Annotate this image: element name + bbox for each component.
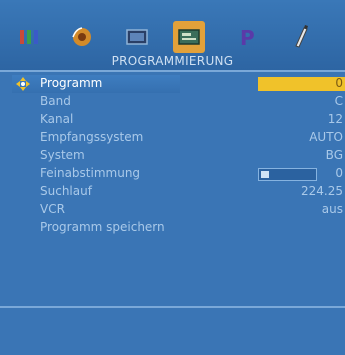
menu-item-suchlauf[interactable]: Suchlauf 224.25 [0,183,345,201]
menu-item-value: 224.25 [301,184,343,198]
sound-icon[interactable] [67,22,97,52]
menu-item-programm[interactable]: Programm 0 [0,75,345,93]
programming-icon[interactable] [173,21,205,53]
fine-tuning-slider[interactable] [258,168,317,181]
menu-item-label: VCR [40,202,65,216]
menu-item-band[interactable]: Band C [0,93,345,111]
slider-fill [261,171,269,178]
menu-item-label: System [40,148,85,162]
menu-item-value: BG [325,148,343,162]
menu-item-label: Programm [40,76,103,90]
info-panel [0,308,345,355]
menu-item-programm-speichern[interactable]: Programm speichern [0,219,345,237]
menu-item-label: Band [40,94,71,108]
menu-item-value: 0 [335,76,343,90]
menu-item-label: Programm speichern [40,220,165,234]
menu-item-value: 12 [327,112,343,126]
menu-item-label: Feinabstimmung [40,166,141,180]
menu-item-feinabstimmung[interactable]: Feinabstimmung 0 [0,165,345,183]
menu-item-vcr[interactable]: VCR aus [0,201,345,219]
value-highlight [258,77,345,91]
p-icon[interactable]: P [232,22,262,52]
settings-icon[interactable] [286,22,316,52]
menu-item-label: Empfangssystem [40,130,144,144]
picture-icon[interactable] [14,22,44,52]
screen-icon[interactable] [122,22,152,52]
menu-item-empfangssystem[interactable]: Empfangssystem AUTO [0,129,345,147]
menu-item-value: aus [321,202,343,216]
menu-item-label: Suchlauf [40,184,92,198]
menu-item-value: C [334,94,343,108]
svg-text:P: P [240,26,255,49]
programming-menu: Programm 0 Band C Kanal 12 Empfangssyste… [0,72,345,306]
menu-item-kanal[interactable]: Kanal 12 [0,111,345,129]
menu-item-system[interactable]: System BG [0,147,345,165]
menu-item-label: Kanal [40,112,74,126]
menu-item-value: AUTO [309,130,343,144]
menu-icon-bar: P PROGRAMMIERUNG [0,0,345,70]
navigation-arrows-icon [16,77,30,91]
menu-item-value: 0 [335,166,343,180]
menu-title: PROGRAMMIERUNG [111,54,234,68]
